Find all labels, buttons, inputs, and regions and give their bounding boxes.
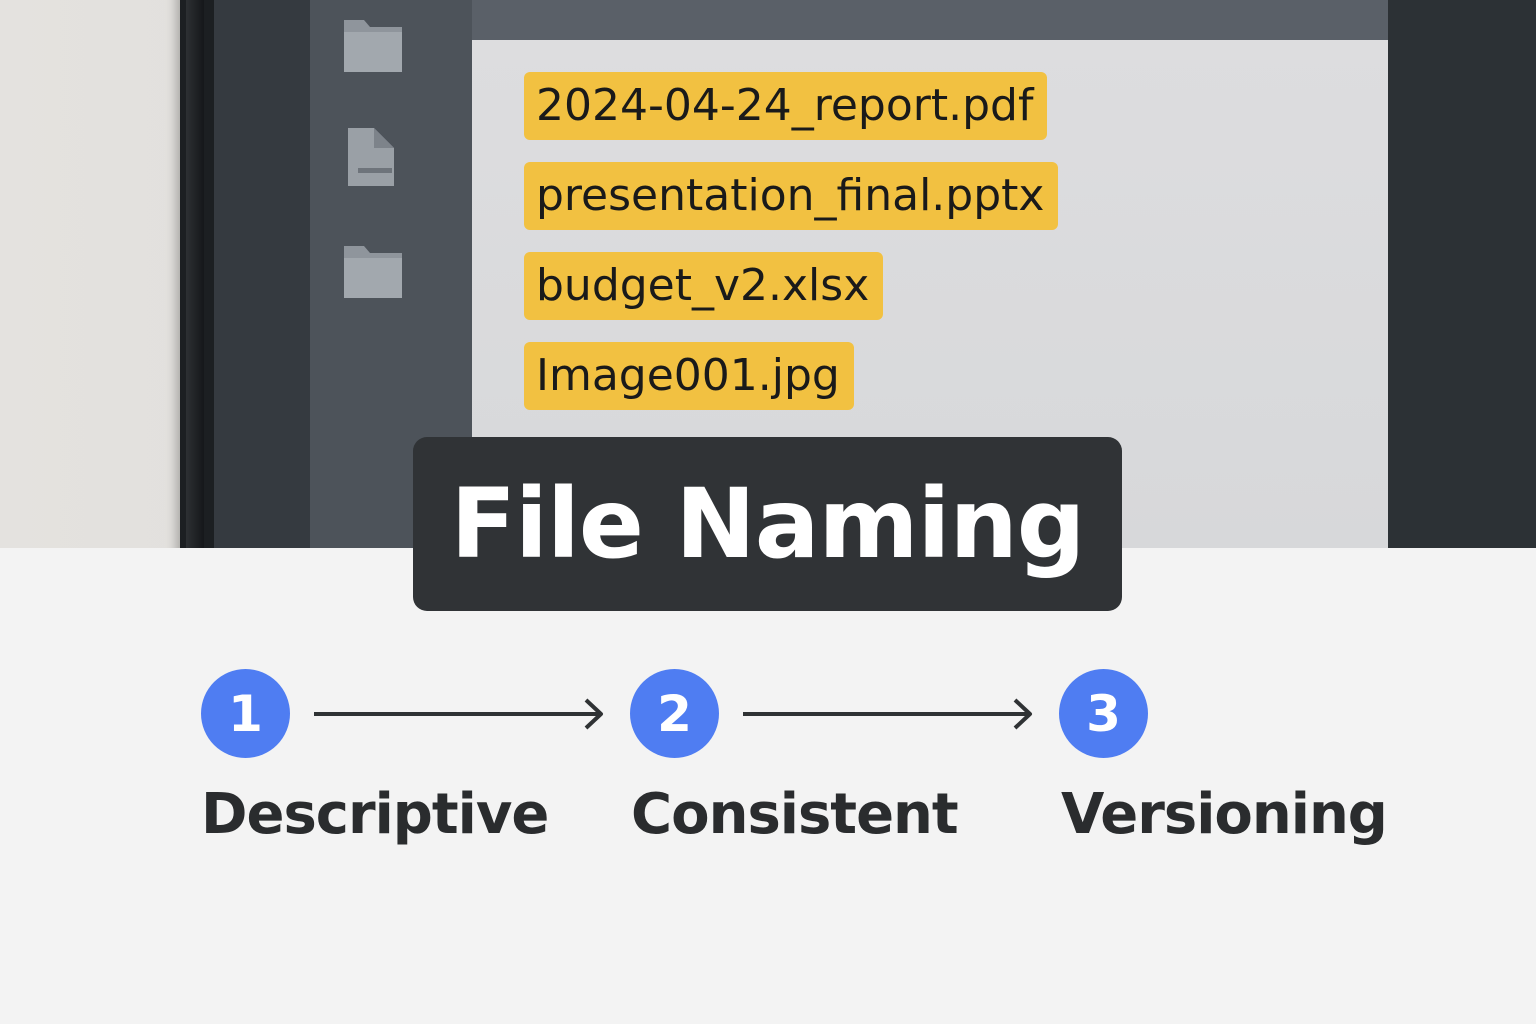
folder-icon[interactable]: [340, 238, 406, 304]
document-icon[interactable]: [340, 124, 406, 190]
step-2-label: Consistent: [631, 782, 959, 847]
title-badge: File Naming: [413, 437, 1122, 611]
file-item[interactable]: budget_v2.xlsx: [524, 252, 884, 320]
step-1-label: Descriptive: [201, 782, 549, 847]
file-item[interactable]: Image001.jpg: [524, 342, 854, 410]
file-list: 2024-04-24_report.pdf presentation_final…: [524, 72, 1059, 410]
screen-left-panel: [214, 0, 310, 548]
arrow-right-icon: [314, 698, 603, 730]
step-3-label: Versioning: [1061, 782, 1388, 847]
file-item[interactable]: 2024-04-24_report.pdf: [524, 72, 1048, 140]
file-item[interactable]: presentation_final.pptx: [524, 162, 1059, 230]
monitor-bezel: [186, 0, 204, 548]
step-3-badge: 3: [1059, 669, 1148, 758]
file-browser-toolbar: [472, 0, 1388, 40]
step-1-badge: 1: [201, 669, 290, 758]
step-2-badge: 2: [630, 669, 719, 758]
page-title: File Naming: [450, 468, 1085, 580]
screen-right-panel: [1388, 0, 1536, 548]
folder-icon[interactable]: [340, 12, 406, 78]
arrow-right-icon: [743, 698, 1032, 730]
